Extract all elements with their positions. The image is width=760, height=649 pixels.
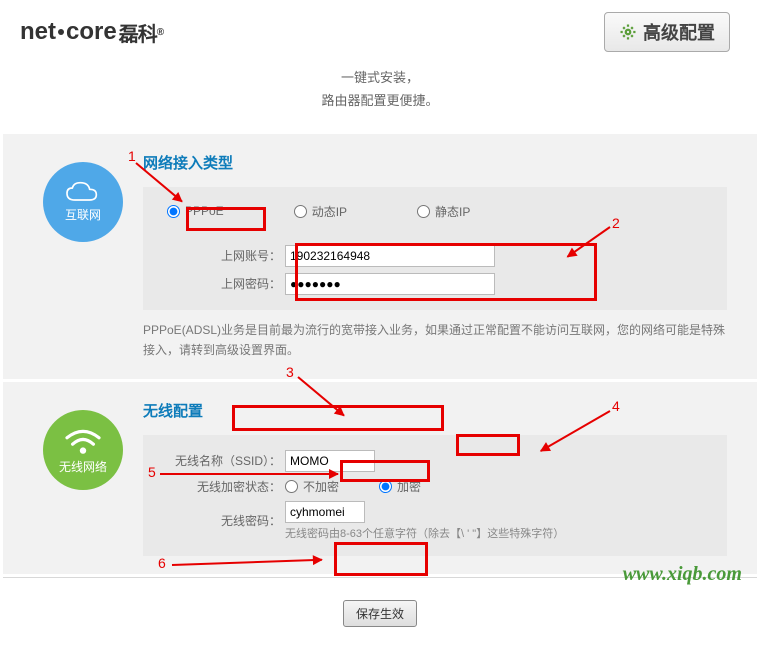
gear-icon [619,23,637,41]
anno-num-4: 4 [612,398,620,414]
wifi-password-label: 无线密码： [151,512,285,529]
anno-box-2 [295,243,597,301]
wifi-circle-icon: 无线网络 [43,410,123,490]
anno-box-3 [232,405,444,431]
radio-static-input[interactable] [417,205,430,218]
radio-enc-off-input[interactable] [285,480,298,493]
cloud-icon [63,180,103,204]
brand-cn: 磊科 [119,18,157,47]
save-button[interactable]: 保存生效 [343,600,417,627]
logo-dot-icon [58,29,64,35]
wireless-icon-wrap: 无线网络 [43,410,143,510]
anno-box-6 [334,542,428,576]
anno-num-2: 2 [612,215,620,231]
wifi-password-input[interactable] [285,501,365,523]
anno-box-4 [456,434,520,456]
ssid-label: 无线名称（SSID）： [151,452,285,469]
internet-circle-icon: 互联网 [43,162,123,242]
watermark: www.xiqb.com [623,563,742,586]
network-description: PPPoE(ADSL)业务是目前最为流行的宽带接入业务，如果通过正常配置不能访问… [143,320,727,361]
wifi-password-row: 无线密码： 无线密码由8-63个任意字符（除去【\ ' "】这些特殊字符） [151,498,709,544]
anno-box-1 [186,207,266,231]
anno-box-5 [340,460,430,482]
anno-arrow-5 [160,473,338,475]
account-label: 上网账号： [151,247,285,264]
enc-state-row: 无线加密状态： 不加密 加密 [151,475,709,498]
brand-prefix: net [20,18,56,46]
net-password-label: 上网密码： [151,275,285,292]
radio-dynip[interactable]: 动态IP [294,203,347,220]
footer: 保存生效 [3,577,757,649]
anno-num-5: 5 [148,464,156,480]
brand-logo: net core 磊科 ® [20,18,164,47]
advanced-settings-button[interactable]: 高级配置 [604,12,730,52]
enc-state-label: 无线加密状态： [151,478,285,495]
radio-dynip-input[interactable] [294,205,307,218]
anno-num-1: 1 [128,148,136,164]
subtitle-line1: 一键式安装， [0,66,760,89]
radio-static[interactable]: 静态IP [417,203,470,220]
anno-num-6: 6 [158,555,166,571]
network-section-title: 网络接入类型 [143,152,727,173]
wifi-icon-label: 无线网络 [59,458,107,475]
radio-enc-off[interactable]: 不加密 [285,478,339,495]
network-icon-wrap: 互联网 [43,162,143,262]
subtitle-line2: 路由器配置更便捷。 [0,89,760,112]
advanced-label: 高级配置 [643,19,715,45]
ssid-row: 无线名称（SSID）： [151,447,709,475]
internet-icon-label: 互联网 [65,206,101,223]
reg-mark: ® [157,27,164,38]
wireless-panel: 无线名称（SSID）： 无线加密状态： 不加密 加密 无线密码： 无线密码由8-… [143,435,727,556]
anno-num-3: 3 [286,364,294,380]
subtitle: 一键式安装， 路由器配置更便捷。 [0,60,760,131]
header: net core 磊科 ® 高级配置 [0,0,760,60]
wifi-password-hint: 无线密码由8-63个任意字符（除去【\ ' "】这些特殊字符） [285,525,564,541]
radio-pppoe-input[interactable] [167,205,180,218]
wifi-icon [62,425,104,457]
brand-suffix: core [66,18,117,46]
